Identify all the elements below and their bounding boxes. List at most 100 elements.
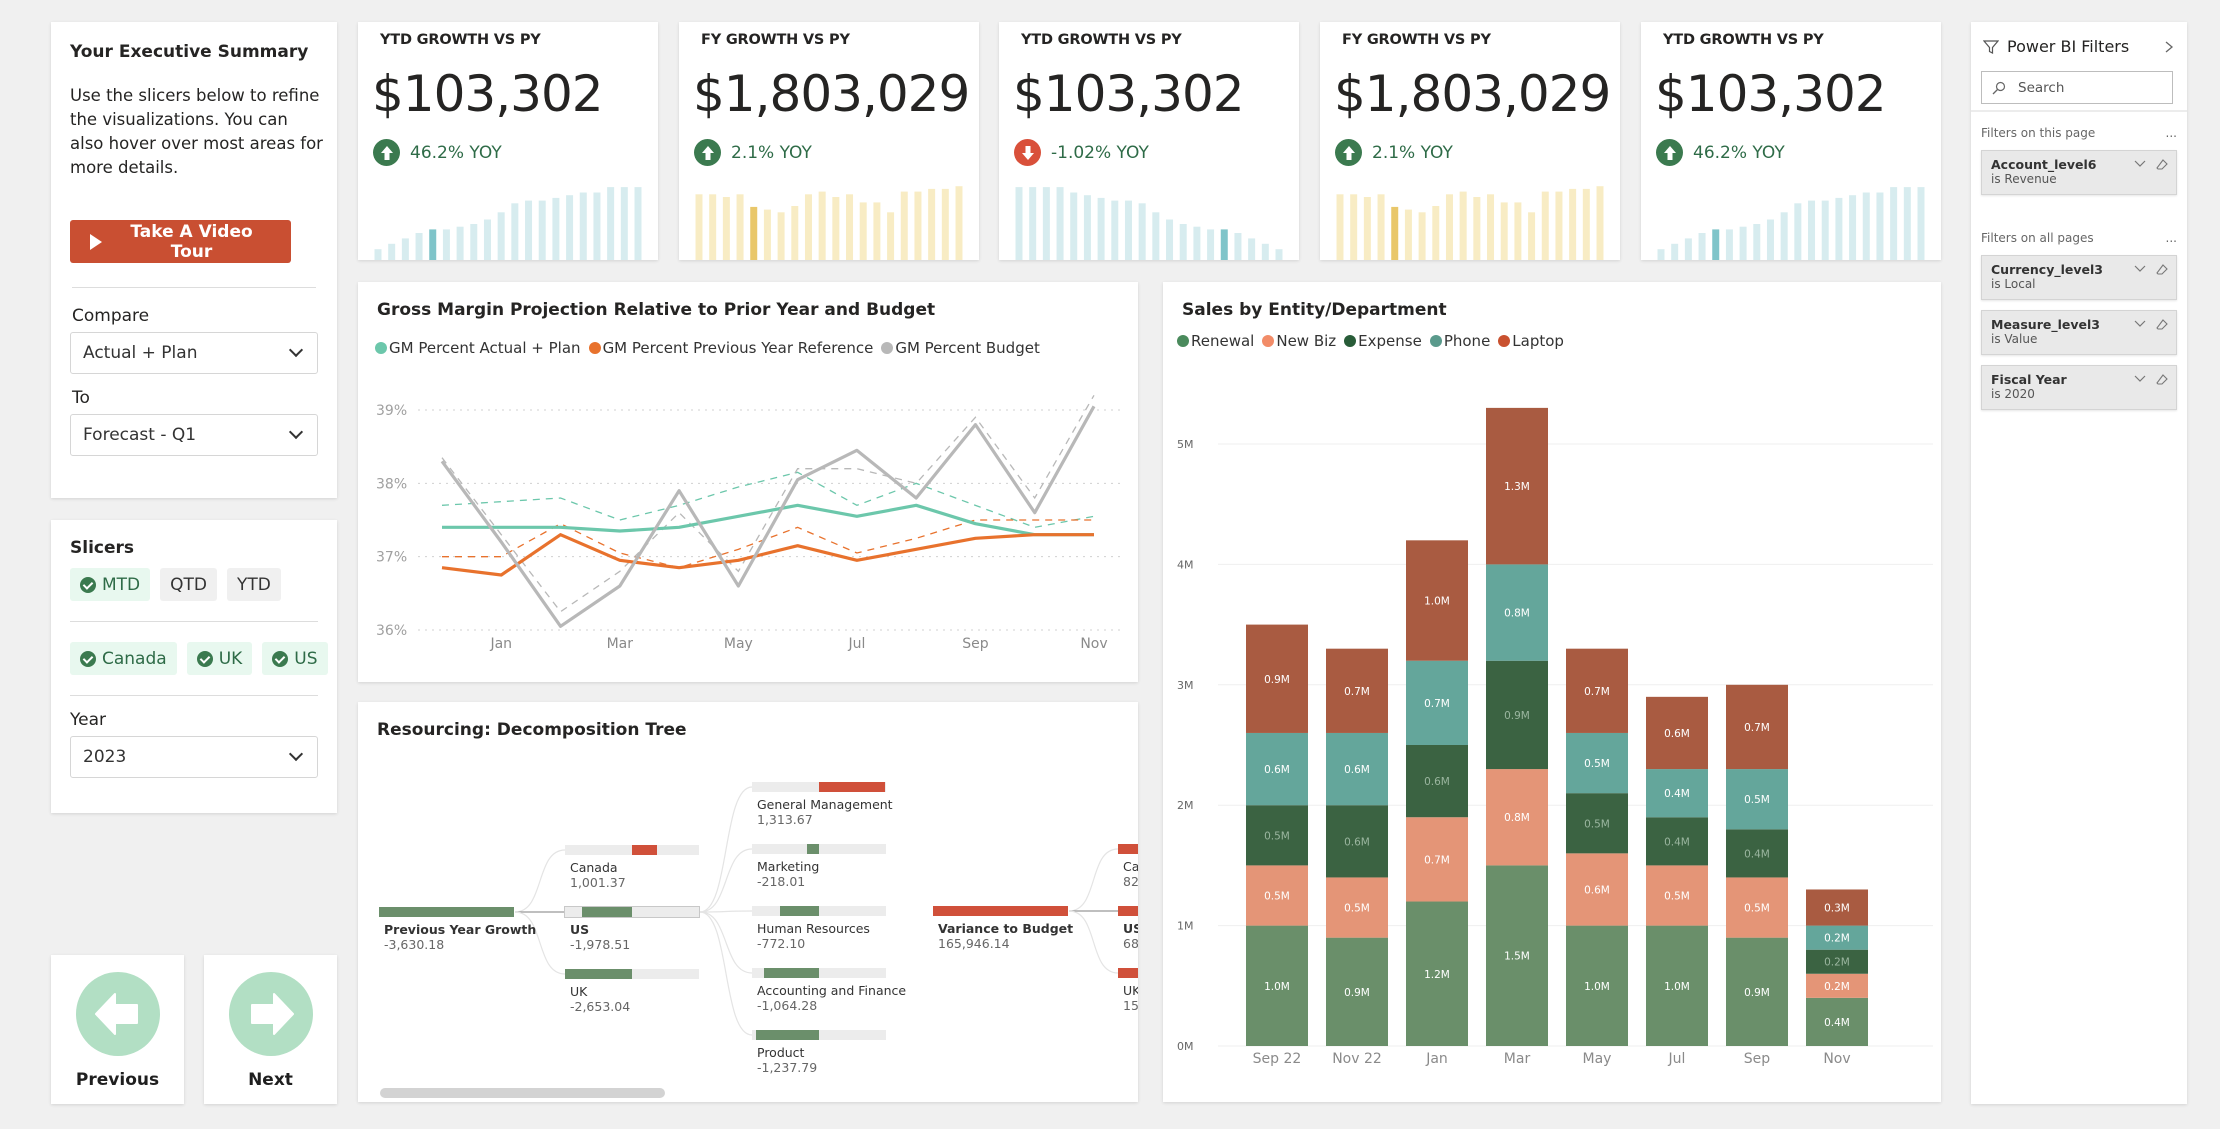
spark-bar — [1432, 206, 1440, 260]
chevron-right-icon[interactable] — [2163, 40, 2175, 54]
filter-card[interactable]: Fiscal Year is 2020 — [1981, 365, 2177, 410]
tree-node[interactable]: Variance to Budget 165,946.14 — [933, 906, 1074, 951]
spark-bar — [1903, 187, 1911, 260]
tree-node[interactable]: Previous Year Growth -3,630.18 — [379, 907, 536, 952]
to-dropdown[interactable]: Forecast - Q1 — [70, 414, 318, 456]
tree-node[interactable]: Product -1,237.79 — [752, 1030, 886, 1075]
chevron-down-icon[interactable] — [2134, 159, 2146, 169]
spark-bar — [1418, 212, 1426, 260]
tree-node[interactable]: Human Resources -772.10 — [752, 906, 886, 951]
compare-dropdown[interactable]: Actual + Plan — [70, 332, 318, 374]
x-tick-label: Mar — [1504, 1051, 1531, 1067]
spark-bar — [763, 209, 771, 260]
spark-bar — [1849, 195, 1857, 260]
spark-bar — [470, 224, 478, 260]
spark-bar — [1391, 206, 1399, 260]
spark-bar — [1124, 200, 1132, 260]
tree-node-value: 82, — [1123, 874, 1138, 889]
bar-data-label: 0.6M — [1584, 884, 1610, 896]
spark-bar — [538, 200, 546, 260]
kpi-card[interactable]: YTD GROWTH VS PY $103,302 -1.02% YOY — [999, 22, 1299, 260]
bar-data-label: 1.3M — [1504, 481, 1530, 493]
tree-node-bar-fill — [1118, 906, 1138, 916]
to-label: To — [72, 388, 90, 408]
chevron-down-icon[interactable] — [2134, 264, 2146, 274]
bar-data-label: 0.8M — [1504, 812, 1530, 824]
bar-data-label: 0.4M — [1824, 1017, 1850, 1029]
bar-data-label: 0.3M — [1824, 903, 1850, 915]
kpi-card[interactable]: YTD GROWTH VS PY $103,302 46.2% YOY — [1641, 22, 1941, 260]
slicer-chip[interactable]: UK — [186, 642, 253, 675]
eraser-icon[interactable] — [2156, 159, 2168, 171]
filter-card[interactable]: Account_level6 is Revenue — [1981, 150, 2177, 195]
bar-data-label: 0.7M — [1744, 722, 1770, 734]
slicer-chip[interactable]: YTD — [227, 568, 281, 601]
tree-node-label: Variance to Budget — [938, 921, 1074, 936]
tree-node-label: Accounting and Finance — [757, 983, 907, 998]
slicer-chip[interactable]: Canada — [70, 642, 177, 675]
tree-node-bar-fill — [764, 968, 819, 978]
filter-card[interactable]: Currency_level3 is Local — [1981, 255, 2177, 300]
spark-bar — [1582, 188, 1590, 260]
kpi-card[interactable]: FY GROWTH VS PY $1,803,029 2.1% YOY — [679, 22, 979, 260]
tree-node-value: -1,237.79 — [757, 1060, 818, 1075]
bar-data-label: 0.9M — [1744, 987, 1770, 999]
x-tick-label: Nov — [1080, 636, 1107, 652]
previous-button[interactable]: Previous — [51, 955, 184, 1104]
tree-node[interactable]: US68, — [1118, 906, 1138, 951]
eraser-icon[interactable] — [2156, 374, 2168, 386]
slicer-chip[interactable]: MTD — [70, 568, 151, 601]
more-options-button[interactable]: ... — [2166, 126, 2177, 140]
filter-search-input[interactable]: Search — [1981, 71, 2173, 104]
to-value: Forecast - Q1 — [83, 425, 197, 445]
next-button[interactable]: Next — [204, 955, 337, 1104]
filter-card[interactable]: Measure_level3 is Value — [1981, 310, 2177, 355]
spark-bar — [1377, 194, 1385, 260]
kpi-card[interactable]: FY GROWTH VS PY $1,803,029 2.1% YOY — [1320, 22, 1620, 260]
video-tour-button[interactable]: Take A Video Tour — [70, 220, 291, 263]
slicer-chip[interactable]: QTD — [160, 568, 218, 601]
spark-bar — [804, 194, 812, 260]
decomposition-tree[interactable]: Resourcing: Decomposition Tree Previous … — [358, 702, 1138, 1102]
tree-node[interactable]: Ca82, — [1118, 844, 1138, 889]
tree-node[interactable]: UK15, — [1118, 968, 1138, 1013]
sales-by-entity-chart[interactable]: Sales by Entity/Department Renewal New Bi… — [1163, 282, 1941, 1102]
horizontal-scrollbar[interactable] — [380, 1088, 665, 1098]
tree-node[interactable]: US -1,978.51 — [564, 906, 700, 952]
tree-node[interactable]: Accounting and Finance -1,064.28 — [752, 968, 907, 1013]
kpi-card[interactable]: YTD GROWTH VS PY $103,302 46.2% YOY — [358, 22, 658, 260]
tree-node-label: Product — [757, 1045, 805, 1060]
series-line[interactable] — [440, 405, 1096, 628]
spark-bar — [1336, 194, 1344, 260]
kpi-title: FY GROWTH VS PY — [701, 32, 850, 48]
x-tick-label: May — [724, 636, 753, 652]
kpi-value: $103,302 — [1655, 65, 1887, 123]
spark-bar — [1487, 194, 1495, 260]
bar-data-label: 0.5M — [1584, 758, 1610, 770]
eraser-icon[interactable] — [2156, 264, 2168, 276]
x-tick-label: Nov — [1823, 1051, 1850, 1067]
y-tick-label: 39% — [376, 403, 407, 419]
year-label: Year — [70, 710, 106, 730]
tree-node[interactable]: Canada 1,001.37 — [565, 845, 699, 890]
divider — [70, 695, 318, 696]
eraser-icon[interactable] — [2156, 319, 2168, 331]
slicer-chip[interactable]: US — [262, 642, 328, 675]
tree-node[interactable]: UK -2,653.04 — [565, 969, 699, 1014]
tree-node-label: Marketing — [757, 859, 820, 874]
spark-bar — [525, 200, 533, 260]
tree-node[interactable]: Marketing -218.01 — [752, 844, 886, 889]
year-dropdown[interactable]: 2023 — [70, 736, 318, 778]
more-options-button[interactable]: ... — [2166, 231, 2177, 245]
gross-margin-chart[interactable]: Gross Margin Projection Relative to Prio… — [358, 282, 1138, 682]
x-tick-label: Sep — [962, 636, 989, 652]
compare-label: Compare — [72, 306, 150, 326]
spark-bar — [1152, 212, 1160, 260]
tree-node[interactable]: General Management 1,313.67 — [752, 782, 893, 827]
chevron-down-icon[interactable] — [2134, 374, 2146, 384]
kpi-title: FY GROWTH VS PY — [1342, 32, 1491, 48]
chevron-down-icon[interactable] — [2134, 319, 2146, 329]
series-line[interactable] — [441, 533, 1094, 577]
x-tick-label: Jan — [489, 636, 512, 652]
spark-bar — [1514, 202, 1522, 260]
